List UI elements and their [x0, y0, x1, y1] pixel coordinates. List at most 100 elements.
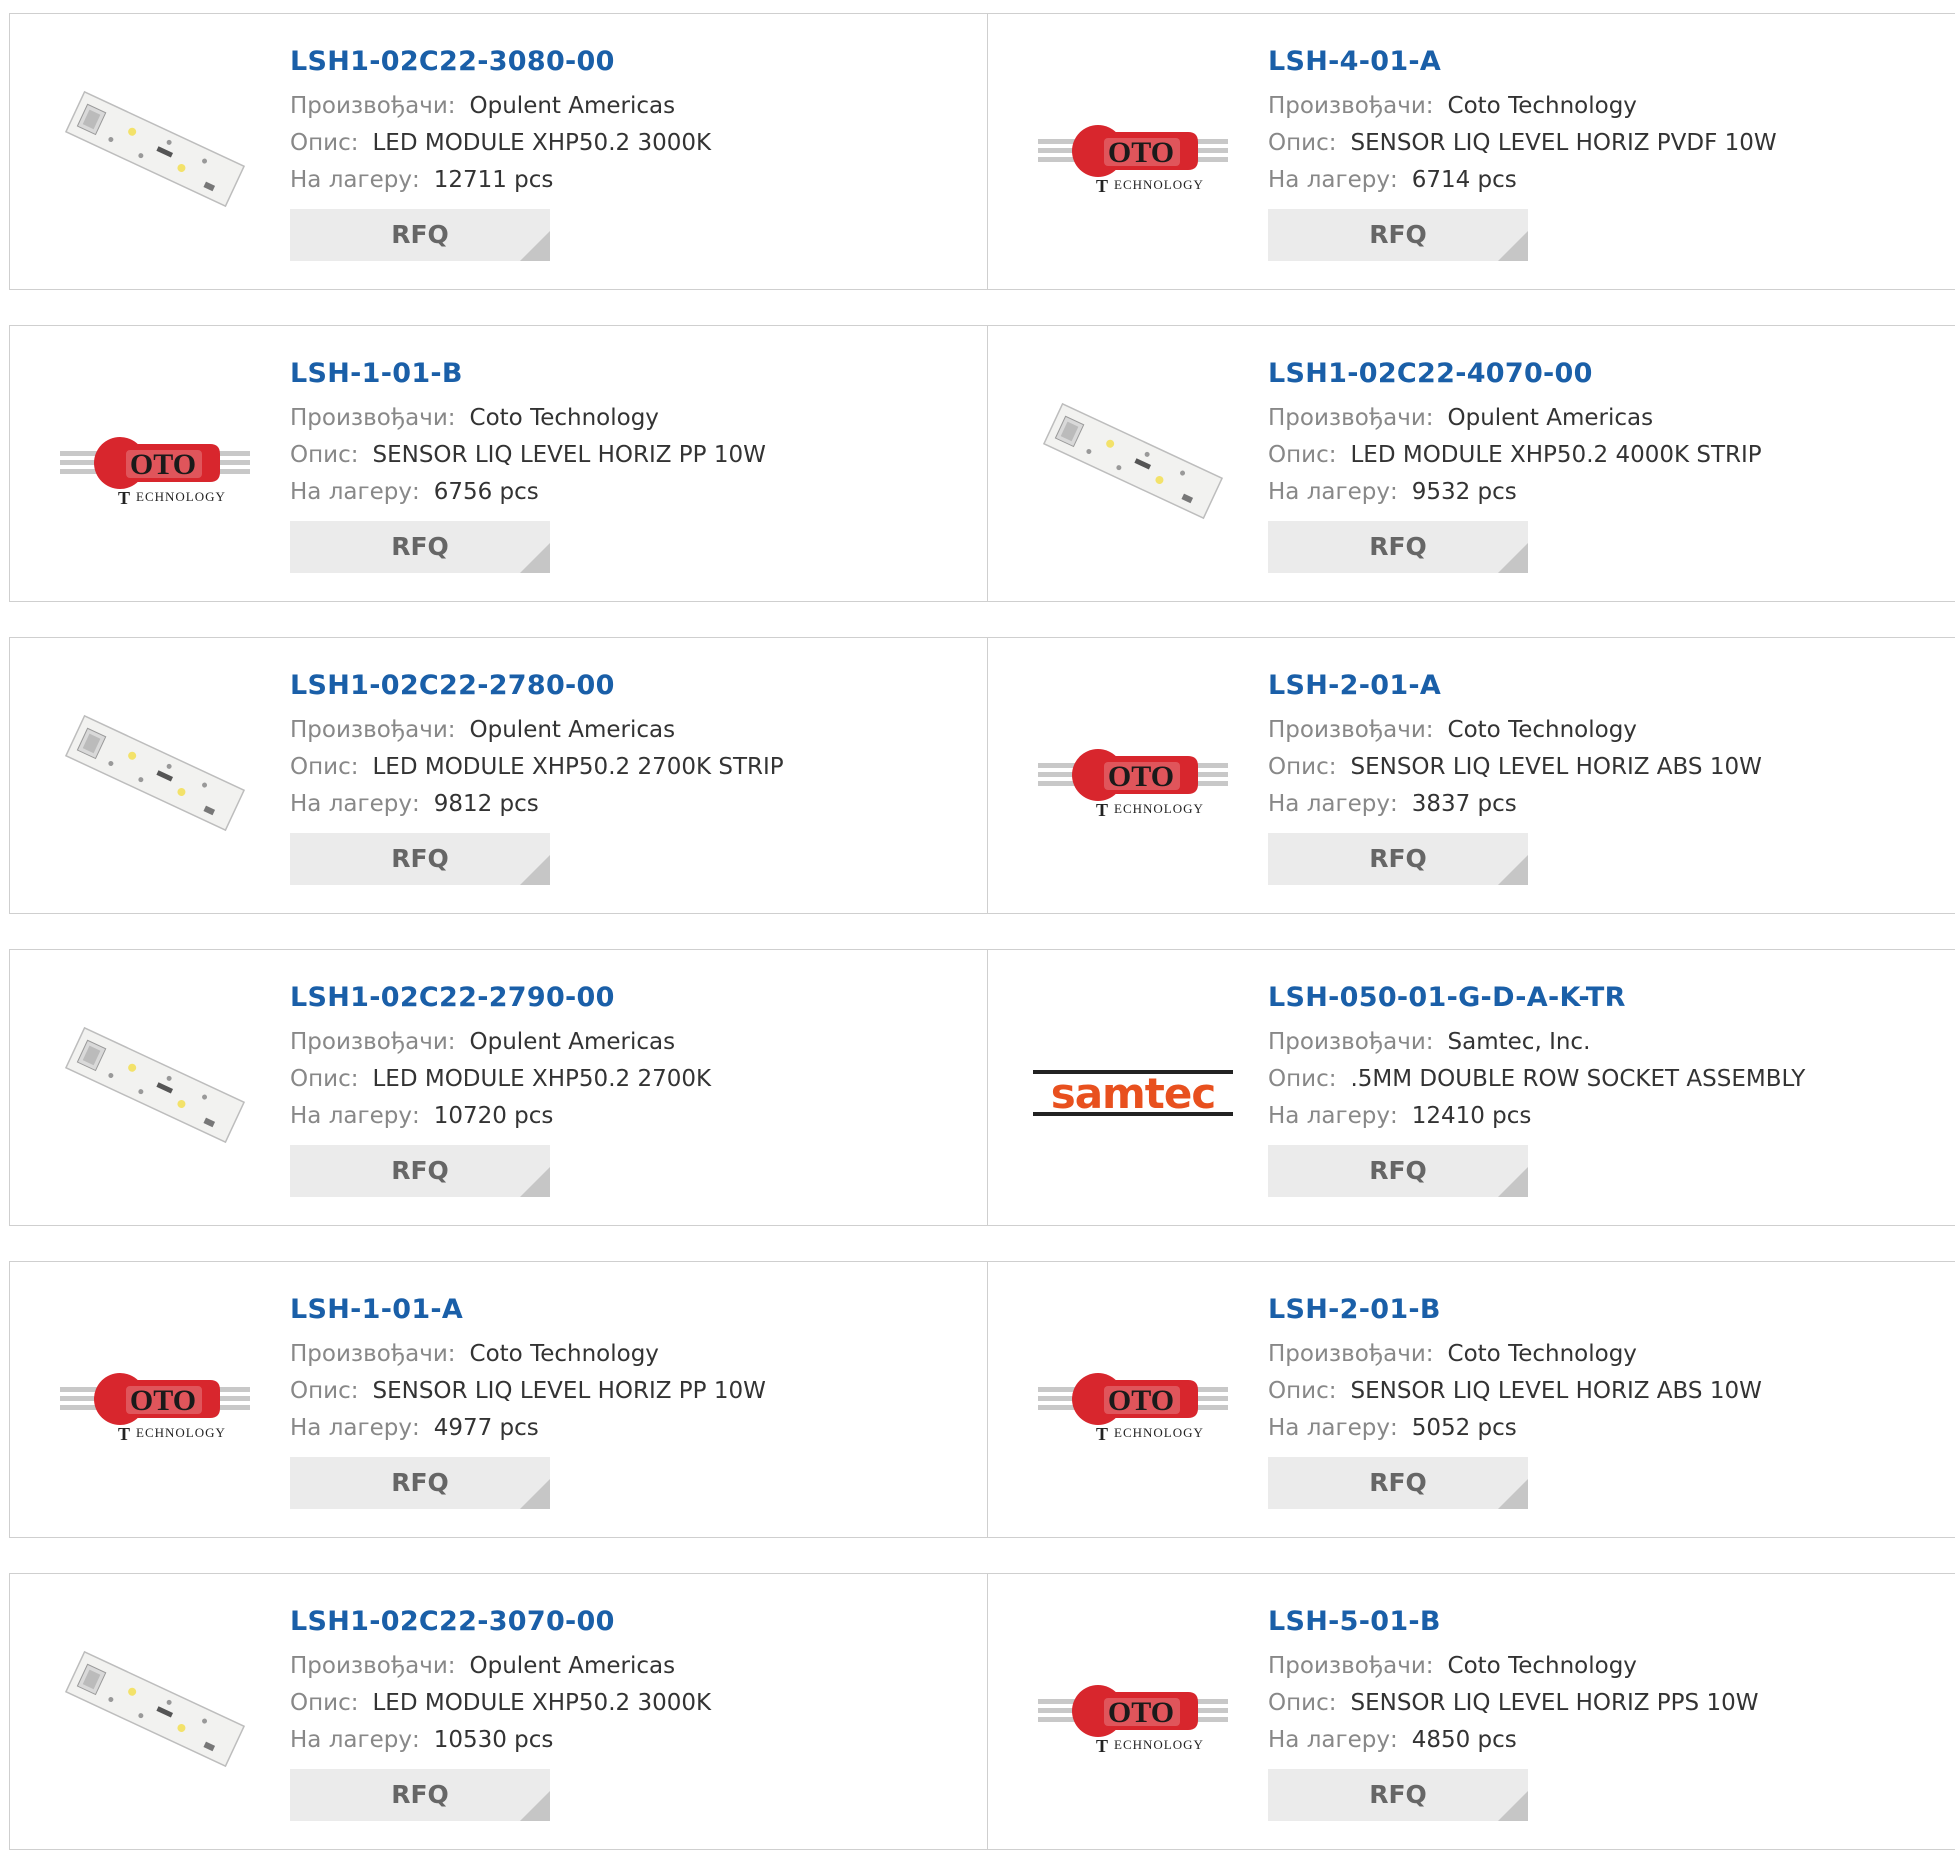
- manufacturer-row: Произвођачи: Opulent Americas: [290, 1648, 711, 1685]
- product-row: OTO ECHNOLOGY T LSH-1-01-B Произвођачи: C…: [9, 325, 1955, 602]
- manufacturer-value: Opulent Americas: [469, 1653, 676, 1679]
- rfq-label: RFQ: [1369, 532, 1427, 561]
- rfq-button[interactable]: RFQ: [290, 521, 550, 573]
- part-number-link[interactable]: LSH1-02C22-2780-00: [290, 668, 784, 704]
- product-info: LSH-5-01-B Произвођачи: Coto Technology О…: [1268, 1604, 1758, 1821]
- stock-row: На лагеру: 12711 pcs: [290, 162, 711, 199]
- svg-text:OTO: OTO: [1108, 1696, 1174, 1729]
- rfq-label: RFQ: [391, 844, 449, 873]
- stock-label: На лагеру:: [290, 1415, 420, 1441]
- description-value: SENSOR LIQ LEVEL HORIZ PVDF 10W: [1350, 130, 1777, 156]
- manufacturer-row: Произвођачи: Samtec, Inc.: [1268, 1024, 1805, 1061]
- stock-value: 4977 pcs: [433, 1415, 539, 1441]
- manufacturer-value: Coto Technology: [1447, 717, 1637, 743]
- stock-row: На лагеру: 12410 pcs: [1268, 1098, 1805, 1135]
- stock-value: 3837 pcs: [1411, 791, 1517, 817]
- product-card: OTO ECHNOLOGY T LSH-2-01-B Произвођачи: C…: [988, 1262, 1955, 1537]
- corner-decoration: [1498, 1791, 1528, 1821]
- description-label: Опис:: [1268, 442, 1337, 468]
- manufacturer-value: Coto Technology: [1447, 1653, 1637, 1679]
- part-number-link[interactable]: LSH-5-01-B: [1268, 1604, 1758, 1640]
- rfq-label: RFQ: [1369, 1468, 1427, 1497]
- manufacturer-value: Coto Technology: [469, 1341, 659, 1367]
- product-info: LSH-050-01-G-D-A-K-TR Произвођачи: Samtec…: [1268, 980, 1805, 1197]
- rfq-button[interactable]: RFQ: [290, 209, 550, 261]
- manufacturer-label: Произвођачи:: [1268, 1653, 1434, 1679]
- stock-row: На лагеру: 6756 pcs: [290, 474, 766, 511]
- rfq-label: RFQ: [391, 1156, 449, 1185]
- description-row: Опис: LED MODULE XHP50.2 2700K: [290, 1061, 711, 1098]
- coto-technology-logo[interactable]: OTO ECHNOLOGY T: [1018, 1634, 1248, 1784]
- rfq-button[interactable]: RFQ: [1268, 1457, 1528, 1509]
- part-number-link[interactable]: LSH-2-01-B: [1268, 1292, 1762, 1328]
- corner-decoration: [1498, 1479, 1528, 1509]
- stock-row: На лагеру: 10720 pcs: [290, 1098, 711, 1135]
- stock-value: 9812 pcs: [433, 791, 539, 817]
- description-row: Опис: SENSOR LIQ LEVEL HORIZ PVDF 10W: [1268, 125, 1777, 162]
- rfq-button[interactable]: RFQ: [290, 1769, 550, 1821]
- stock-label: На лагеру:: [290, 479, 420, 505]
- description-value: SENSOR LIQ LEVEL HORIZ PP 10W: [372, 1378, 766, 1404]
- rfq-label: RFQ: [391, 1468, 449, 1497]
- manufacturer-label: Произвођачи:: [290, 717, 456, 743]
- description-row: Опис: SENSOR LIQ LEVEL HORIZ PPS 10W: [1268, 1685, 1758, 1722]
- stock-value: 12711 pcs: [433, 167, 554, 193]
- part-number-link[interactable]: LSH-4-01-A: [1268, 44, 1777, 80]
- stock-value: 5052 pcs: [1411, 1415, 1517, 1441]
- product-info: LSH1-02C22-4070-00 Произвођачи: Opulent A…: [1268, 356, 1762, 573]
- manufacturer-label: Произвођачи:: [1268, 717, 1434, 743]
- part-number-link[interactable]: LSH1-02C22-2790-00: [290, 980, 711, 1016]
- led-module-image[interactable]: [40, 74, 270, 224]
- stock-label: На лагеру:: [1268, 479, 1398, 505]
- product-info: LSH-1-01-A Произвођачи: Coto Technology О…: [290, 1292, 766, 1509]
- rfq-button[interactable]: RFQ: [1268, 833, 1528, 885]
- corner-decoration: [520, 231, 550, 261]
- stock-row: На лагеру: 5052 pcs: [1268, 1410, 1762, 1447]
- corner-decoration: [1498, 1167, 1528, 1197]
- rfq-button[interactable]: RFQ: [1268, 1769, 1528, 1821]
- rfq-button[interactable]: RFQ: [290, 1145, 550, 1197]
- description-label: Опис:: [290, 1066, 359, 1092]
- coto-technology-logo[interactable]: OTO ECHNOLOGY T: [1018, 1322, 1248, 1472]
- product-row: LSH1-02C22-2790-00 Произвођачи: Opulent A…: [9, 949, 1955, 1226]
- coto-technology-logo[interactable]: OTO ECHNOLOGY T: [1018, 698, 1248, 848]
- rfq-button[interactable]: RFQ: [1268, 521, 1528, 573]
- samtec-logo[interactable]: samtec: [1018, 1010, 1248, 1160]
- stock-row: На лагеру: 3837 pcs: [1268, 786, 1762, 823]
- manufacturer-value: Opulent Americas: [469, 1029, 676, 1055]
- stock-value: 6756 pcs: [433, 479, 539, 505]
- product-row: LSH1-02C22-2780-00 Произвођачи: Opulent A…: [9, 637, 1955, 914]
- stock-label: На лагеру:: [290, 1727, 420, 1753]
- led-module-image[interactable]: [40, 1634, 270, 1784]
- part-number-link[interactable]: LSH1-02C22-3080-00: [290, 44, 711, 80]
- svg-text:T: T: [1096, 800, 1108, 820]
- rfq-button[interactable]: RFQ: [1268, 209, 1528, 261]
- coto-technology-logo[interactable]: OTO ECHNOLOGY T: [40, 386, 270, 536]
- part-number-link[interactable]: LSH1-02C22-4070-00: [1268, 356, 1762, 392]
- description-label: Опис:: [1268, 130, 1337, 156]
- description-value: SENSOR LIQ LEVEL HORIZ ABS 10W: [1350, 754, 1762, 780]
- description-label: Опис:: [1268, 1066, 1337, 1092]
- stock-value: 10720 pcs: [433, 1103, 554, 1129]
- svg-text:T: T: [1096, 1736, 1108, 1756]
- led-module-image[interactable]: [1018, 386, 1248, 536]
- manufacturer-value: Coto Technology: [1447, 93, 1637, 119]
- led-module-image[interactable]: [40, 698, 270, 848]
- part-number-link[interactable]: LSH-1-01-A: [290, 1292, 766, 1328]
- coto-technology-logo[interactable]: OTO ECHNOLOGY T: [40, 1322, 270, 1472]
- part-number-link[interactable]: LSH-1-01-B: [290, 356, 766, 392]
- manufacturer-row: Произвођачи: Opulent Americas: [290, 712, 784, 749]
- led-module-image[interactable]: [40, 1010, 270, 1160]
- part-number-link[interactable]: LSH-2-01-A: [1268, 668, 1762, 704]
- rfq-button[interactable]: RFQ: [290, 1457, 550, 1509]
- part-number-link[interactable]: LSH-050-01-G-D-A-K-TR: [1268, 980, 1805, 1016]
- product-card: samtec LSH-050-01-G-D-A-K-TR Произвођачи…: [988, 950, 1955, 1225]
- part-number-link[interactable]: LSH1-02C22-3070-00: [290, 1604, 711, 1640]
- manufacturer-label: Произвођачи:: [290, 1341, 456, 1367]
- corner-decoration: [1498, 231, 1528, 261]
- coto-technology-logo[interactable]: OTO ECHNOLOGY T: [1018, 74, 1248, 224]
- rfq-button[interactable]: RFQ: [290, 833, 550, 885]
- product-card: OTO ECHNOLOGY T LSH-1-01-A Произвођачи: C…: [10, 1262, 988, 1537]
- rfq-button[interactable]: RFQ: [1268, 1145, 1528, 1197]
- svg-text:T: T: [1096, 176, 1108, 196]
